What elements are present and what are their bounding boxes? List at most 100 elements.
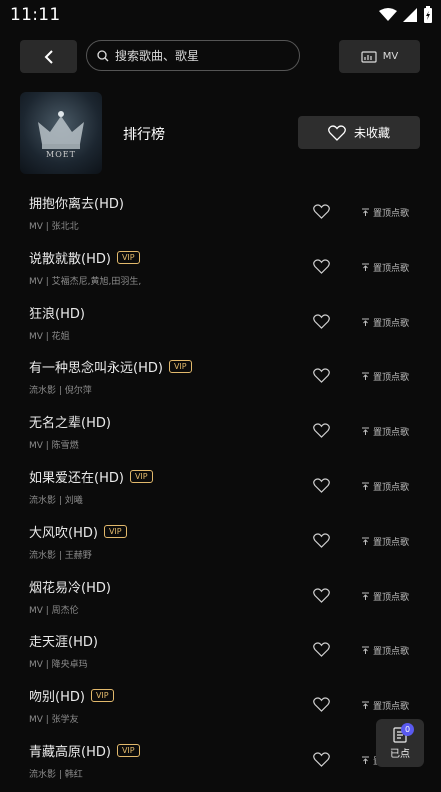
heart-icon[interactable]: [313, 587, 330, 603]
cover-text: MOET: [46, 150, 76, 159]
mv-button-label: MV: [382, 51, 399, 62]
song-row[interactable]: 拥抱你离去(HD) MV | 张北北 置顶点歌: [0, 189, 441, 244]
pin-song-button[interactable]: 置顶点歌: [361, 480, 409, 493]
heart-icon[interactable]: [313, 423, 330, 439]
song-title: 狂浪(HD): [29, 306, 85, 322]
pin-label: 置顶点歌: [373, 537, 410, 548]
heart-icon: [328, 124, 346, 141]
crown-icon: [38, 111, 84, 149]
song-row[interactable]: 走天涯(HD) MV | 降央卓玛 置顶点歌: [0, 627, 441, 682]
pin-top-icon: [362, 592, 369, 600]
pin-song-button[interactable]: 置顶点歌: [361, 206, 409, 219]
song-title: 烟花易冷(HD): [29, 580, 111, 596]
pin-song-button[interactable]: 置顶点歌: [361, 590, 409, 603]
song-title: 有一种思念叫永远(HD): [29, 361, 163, 377]
song-title: 吻别(HD): [29, 690, 85, 706]
pin-label: 置顶点歌: [373, 702, 410, 713]
pin-top-icon: [362, 537, 369, 545]
status-icons: [379, 6, 433, 24]
battery-icon: [424, 6, 432, 23]
song-row[interactable]: 无名之辈(HD) MV | 陈雪燃 置顶点歌: [0, 408, 441, 463]
top-bar: 搜索歌曲、歌星 MV: [0, 40, 441, 73]
pin-top-icon: [362, 263, 369, 271]
song-title: 大风吹(HD): [29, 525, 98, 541]
playlist-cover: MOET: [20, 92, 102, 174]
heart-icon[interactable]: [313, 204, 330, 219]
pin-label: 置顶点歌: [373, 592, 410, 603]
pin-top-icon: [362, 208, 369, 216]
song-title-row: 狂浪(HD): [29, 303, 85, 322]
vip-badge: VIP: [168, 360, 192, 374]
song-title-row: 如果爱还在(HD) VIP: [29, 467, 153, 486]
heart-icon[interactable]: [313, 533, 330, 548]
song-subtitle: MV | 周杰伦: [29, 605, 79, 616]
song-subtitle: MV | 张北北: [29, 222, 79, 232]
queue-button[interactable]: 已点 0: [376, 719, 424, 767]
vip-badge: VIP: [90, 689, 114, 703]
heart-icon[interactable]: [313, 752, 330, 767]
signal-icon: [403, 8, 417, 22]
pin-top-icon: [362, 756, 369, 764]
queue-count-badge: 0: [401, 723, 414, 736]
song-title: 拥抱你离去(HD): [29, 197, 124, 212]
song-title-row: 走天涯(HD): [29, 631, 98, 650]
song-title-row: 说散就散(HD) VIP: [29, 248, 140, 267]
vip-badge: VIP: [116, 250, 140, 264]
pin-song-button[interactable]: 置顶点歌: [361, 316, 409, 329]
song-row[interactable]: 如果爱还在(HD) VIP 流水影 | 刘曦 置顶点歌: [0, 463, 441, 518]
pin-label: 置顶点歌: [373, 209, 410, 219]
pin-top-icon: [362, 372, 369, 381]
pin-top-icon: [362, 427, 369, 436]
favorite-label: 未收藏: [353, 126, 390, 140]
song-subtitle: MV | 降央卓玛: [29, 660, 88, 671]
song-title-row: 青藏高原(HD) VIP: [29, 741, 140, 760]
pin-song-button[interactable]: 置顶点歌: [361, 370, 409, 383]
mv-chart-icon: [361, 50, 377, 63]
song-title: 青藏高原(HD): [29, 744, 111, 760]
song-title: 说散就散(HD): [29, 251, 111, 267]
song-subtitle: 流水影 | 倪尔萍: [29, 386, 92, 397]
mv-button[interactable]: MV: [339, 40, 420, 73]
song-row[interactable]: 大风吹(HD) VIP 流水影 | 王赫野 置顶点歌: [0, 518, 441, 573]
pin-song-button[interactable]: 置顶点歌: [361, 644, 409, 657]
song-title-row: 烟花易冷(HD): [29, 577, 111, 596]
status-time: 11:11: [10, 5, 61, 25]
heart-icon[interactable]: [313, 478, 330, 493]
song-title: 如果爱还在(HD): [29, 470, 124, 486]
song-subtitle: MV | 艾福杰尼,黄旭,田羽生,: [29, 276, 142, 287]
pin-song-button[interactable]: 置顶点歌: [361, 261, 409, 274]
search-placeholder: 搜索歌曲、歌星: [115, 49, 200, 63]
song-title-row: 吻别(HD) VIP: [29, 686, 114, 705]
heart-icon[interactable]: [313, 368, 330, 384]
back-button[interactable]: [20, 40, 77, 73]
song-subtitle: 流水影 | 韩红: [29, 769, 83, 780]
pin-top-icon: [362, 482, 369, 490]
heart-icon[interactable]: [313, 259, 330, 274]
wifi-icon: [379, 8, 397, 21]
heart-icon[interactable]: [313, 697, 330, 713]
song-title: 无名之辈(HD): [29, 416, 111, 432]
song-row[interactable]: 吻别(HD) VIP MV | 张学友 置顶点歌: [0, 682, 441, 737]
song-row[interactable]: 有一种思念叫永远(HD) VIP 流水影 | 倪尔萍 置顶点歌: [0, 353, 441, 408]
playlist-title: 排行榜: [123, 127, 165, 143]
song-subtitle: 流水影 | 王赫野: [29, 550, 92, 561]
song-title-row: 有一种思念叫永远(HD) VIP: [29, 357, 192, 376]
search-input[interactable]: 搜索歌曲、歌星: [86, 40, 300, 71]
song-title-row: 无名之辈(HD): [29, 412, 111, 431]
pin-song-button[interactable]: 置顶点歌: [361, 535, 409, 548]
pin-label: 置顶点歌: [373, 318, 410, 329]
heart-icon[interactable]: [313, 642, 330, 658]
pin-song-button[interactable]: 置顶点歌: [361, 699, 409, 712]
song-row[interactable]: 说散就散(HD) VIP MV | 艾福杰尼,黄旭,田羽生, 置顶点歌: [0, 244, 441, 299]
pin-label: 置顶点歌: [373, 373, 410, 384]
playlist-header: MOET 排行榜 未收藏: [0, 92, 441, 174]
song-row[interactable]: 烟花易冷(HD) MV | 周杰伦 置顶点歌: [0, 573, 441, 628]
song-subtitle: MV | 花姐: [29, 331, 70, 342]
pin-top-icon: [362, 318, 369, 326]
favorite-button[interactable]: 未收藏: [298, 116, 420, 149]
heart-icon[interactable]: [313, 313, 330, 329]
song-row[interactable]: 狂浪(HD) MV | 花姐 置顶点歌: [0, 299, 441, 354]
search-icon: [97, 49, 109, 61]
pin-song-button[interactable]: 置顶点歌: [361, 425, 409, 438]
song-subtitle: 流水影 | 刘曦: [29, 495, 83, 506]
